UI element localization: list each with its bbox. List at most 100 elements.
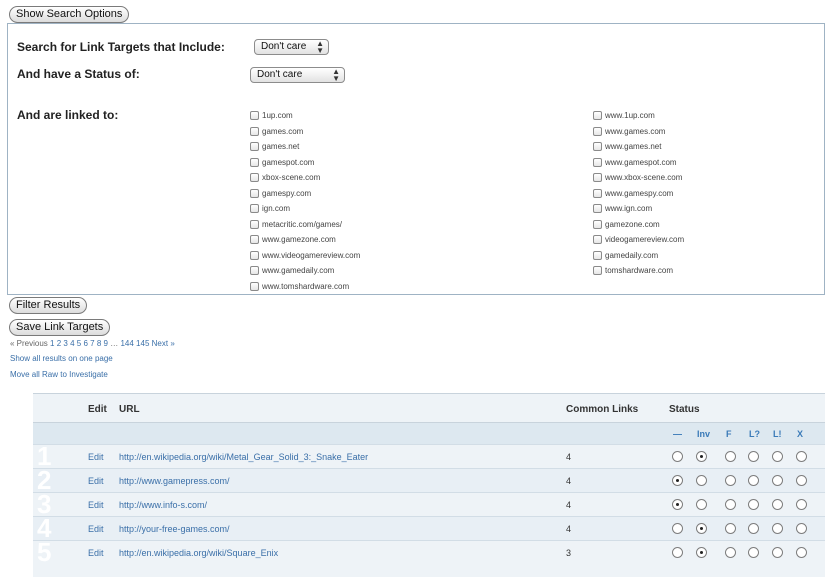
show-all-link[interactable]: Show all results on one page bbox=[10, 354, 113, 363]
row-url-link[interactable]: http://www.info-s.com/ bbox=[119, 500, 207, 510]
row-url-link[interactable]: http://your-free-games.com/ bbox=[119, 524, 230, 534]
pagination-page-link[interactable]: 3 bbox=[63, 339, 67, 348]
status-radio[interactable] bbox=[725, 451, 736, 462]
status-radio[interactable] bbox=[748, 499, 759, 510]
status-radio[interactable] bbox=[672, 451, 683, 462]
site-option[interactable]: www.xbox-scene.com bbox=[593, 170, 684, 186]
site-option[interactable]: xbox-scene.com bbox=[250, 170, 360, 186]
status-select[interactable]: Don't care ▲ ▼ bbox=[250, 67, 345, 83]
status-radio[interactable] bbox=[748, 523, 759, 534]
status-radio[interactable] bbox=[696, 547, 707, 558]
row-edit-link[interactable]: Edit bbox=[88, 500, 104, 510]
site-option[interactable]: www.gamezone.com bbox=[250, 232, 360, 248]
row-url-link[interactable]: http://en.wikipedia.org/wiki/Square_Enix bbox=[119, 548, 278, 558]
site-checkbox[interactable] bbox=[593, 173, 602, 183]
site-checkbox[interactable] bbox=[250, 126, 259, 136]
status-radio[interactable] bbox=[796, 523, 807, 534]
status-radio[interactable] bbox=[748, 547, 759, 558]
status-radio[interactable] bbox=[725, 475, 736, 486]
site-option[interactable]: gamespot.com bbox=[250, 155, 360, 171]
pagination-next[interactable]: Next » bbox=[152, 339, 175, 348]
status-radio[interactable] bbox=[772, 523, 783, 534]
site-option[interactable]: tomshardware.com bbox=[593, 263, 684, 279]
site-checkbox[interactable] bbox=[250, 157, 259, 167]
site-option[interactable]: www.videogamereview.com bbox=[250, 248, 360, 264]
site-option[interactable]: www.games.com bbox=[593, 124, 684, 140]
pagination-page-link[interactable]: 7 bbox=[90, 339, 94, 348]
site-checkbox[interactable] bbox=[250, 188, 259, 198]
status-radio[interactable] bbox=[672, 547, 683, 558]
site-option[interactable]: www.gamespot.com bbox=[593, 155, 684, 171]
site-checkbox[interactable] bbox=[593, 142, 602, 152]
status-radio[interactable] bbox=[696, 451, 707, 462]
status-radio[interactable] bbox=[672, 499, 683, 510]
site-checkbox[interactable] bbox=[593, 157, 602, 167]
site-option[interactable]: www.ign.com bbox=[593, 201, 684, 217]
status-radio[interactable] bbox=[696, 523, 707, 534]
site-checkbox[interactable] bbox=[250, 219, 259, 229]
site-option[interactable]: www.1up.com bbox=[593, 108, 684, 124]
site-option[interactable]: www.gamespy.com bbox=[593, 186, 684, 202]
status-radio[interactable] bbox=[748, 475, 759, 486]
site-checkbox[interactable] bbox=[250, 204, 259, 214]
status-radio[interactable] bbox=[748, 451, 759, 462]
site-checkbox[interactable] bbox=[593, 204, 602, 214]
save-link-targets-button[interactable]: Save Link Targets bbox=[9, 319, 111, 336]
pagination-page-link[interactable]: 145 bbox=[136, 339, 149, 348]
filter-results-button[interactable]: Filter Results bbox=[9, 297, 88, 314]
row-edit-link[interactable]: Edit bbox=[88, 524, 104, 534]
site-option[interactable]: ign.com bbox=[250, 201, 360, 217]
status-radio[interactable] bbox=[696, 499, 707, 510]
row-edit-link[interactable]: Edit bbox=[88, 476, 104, 486]
pagination-page-link[interactable]: 144 bbox=[120, 339, 133, 348]
status-radio[interactable] bbox=[796, 547, 807, 558]
site-checkbox[interactable] bbox=[593, 219, 602, 229]
move-all-link[interactable]: Move all Raw to Investigate bbox=[10, 370, 108, 379]
site-option[interactable]: gamespy.com bbox=[250, 186, 360, 202]
show-search-options-button[interactable]: Show Search Options bbox=[9, 6, 130, 23]
status-radio[interactable] bbox=[796, 499, 807, 510]
pagination-page-link[interactable]: 5 bbox=[77, 339, 81, 348]
site-option[interactable]: videogamereview.com bbox=[593, 232, 684, 248]
site-checkbox[interactable] bbox=[593, 188, 602, 198]
site-checkbox[interactable] bbox=[250, 235, 259, 245]
status-radio[interactable] bbox=[696, 475, 707, 486]
site-checkbox[interactable] bbox=[250, 173, 259, 183]
status-radio[interactable] bbox=[725, 547, 736, 558]
status-radio[interactable] bbox=[725, 523, 736, 534]
pagination-page-link[interactable]: 6 bbox=[83, 339, 87, 348]
pagination-page-link[interactable]: 9 bbox=[104, 339, 108, 348]
site-option[interactable]: gamedaily.com bbox=[593, 248, 684, 264]
pagination-page-link[interactable]: 2 bbox=[57, 339, 61, 348]
status-radio[interactable] bbox=[796, 475, 807, 486]
site-checkbox[interactable] bbox=[593, 126, 602, 136]
row-url-link[interactable]: http://www.gamepress.com/ bbox=[119, 476, 230, 486]
site-option[interactable]: www.tomshardware.com bbox=[250, 279, 360, 295]
include-select[interactable]: Don't care ▲ ▼ bbox=[254, 39, 329, 55]
site-checkbox[interactable] bbox=[250, 111, 259, 121]
site-option[interactable]: 1up.com bbox=[250, 108, 360, 124]
status-radio[interactable] bbox=[772, 475, 783, 486]
status-radio[interactable] bbox=[772, 547, 783, 558]
site-checkbox[interactable] bbox=[250, 250, 259, 260]
site-option[interactable]: games.net bbox=[250, 139, 360, 155]
site-checkbox[interactable] bbox=[250, 281, 259, 291]
site-checkbox[interactable] bbox=[250, 142, 259, 152]
status-radio[interactable] bbox=[772, 499, 783, 510]
site-option[interactable]: metacritic.com/games/ bbox=[250, 217, 360, 233]
site-option[interactable]: www.games.net bbox=[593, 139, 684, 155]
status-radio[interactable] bbox=[672, 475, 683, 486]
site-checkbox[interactable] bbox=[593, 266, 602, 276]
status-radio[interactable] bbox=[672, 523, 683, 534]
row-edit-link[interactable]: Edit bbox=[88, 452, 104, 462]
pagination-page-link[interactable]: 8 bbox=[97, 339, 101, 348]
site-option[interactable]: gamezone.com bbox=[593, 217, 684, 233]
status-radio[interactable] bbox=[725, 499, 736, 510]
site-option[interactable]: games.com bbox=[250, 124, 360, 140]
row-edit-link[interactable]: Edit bbox=[88, 548, 104, 558]
status-radio[interactable] bbox=[796, 451, 807, 462]
site-checkbox[interactable] bbox=[593, 250, 602, 260]
pagination-page-link[interactable]: 4 bbox=[70, 339, 74, 348]
pagination-page-link[interactable]: 1 bbox=[50, 339, 54, 348]
site-checkbox[interactable] bbox=[250, 266, 259, 276]
